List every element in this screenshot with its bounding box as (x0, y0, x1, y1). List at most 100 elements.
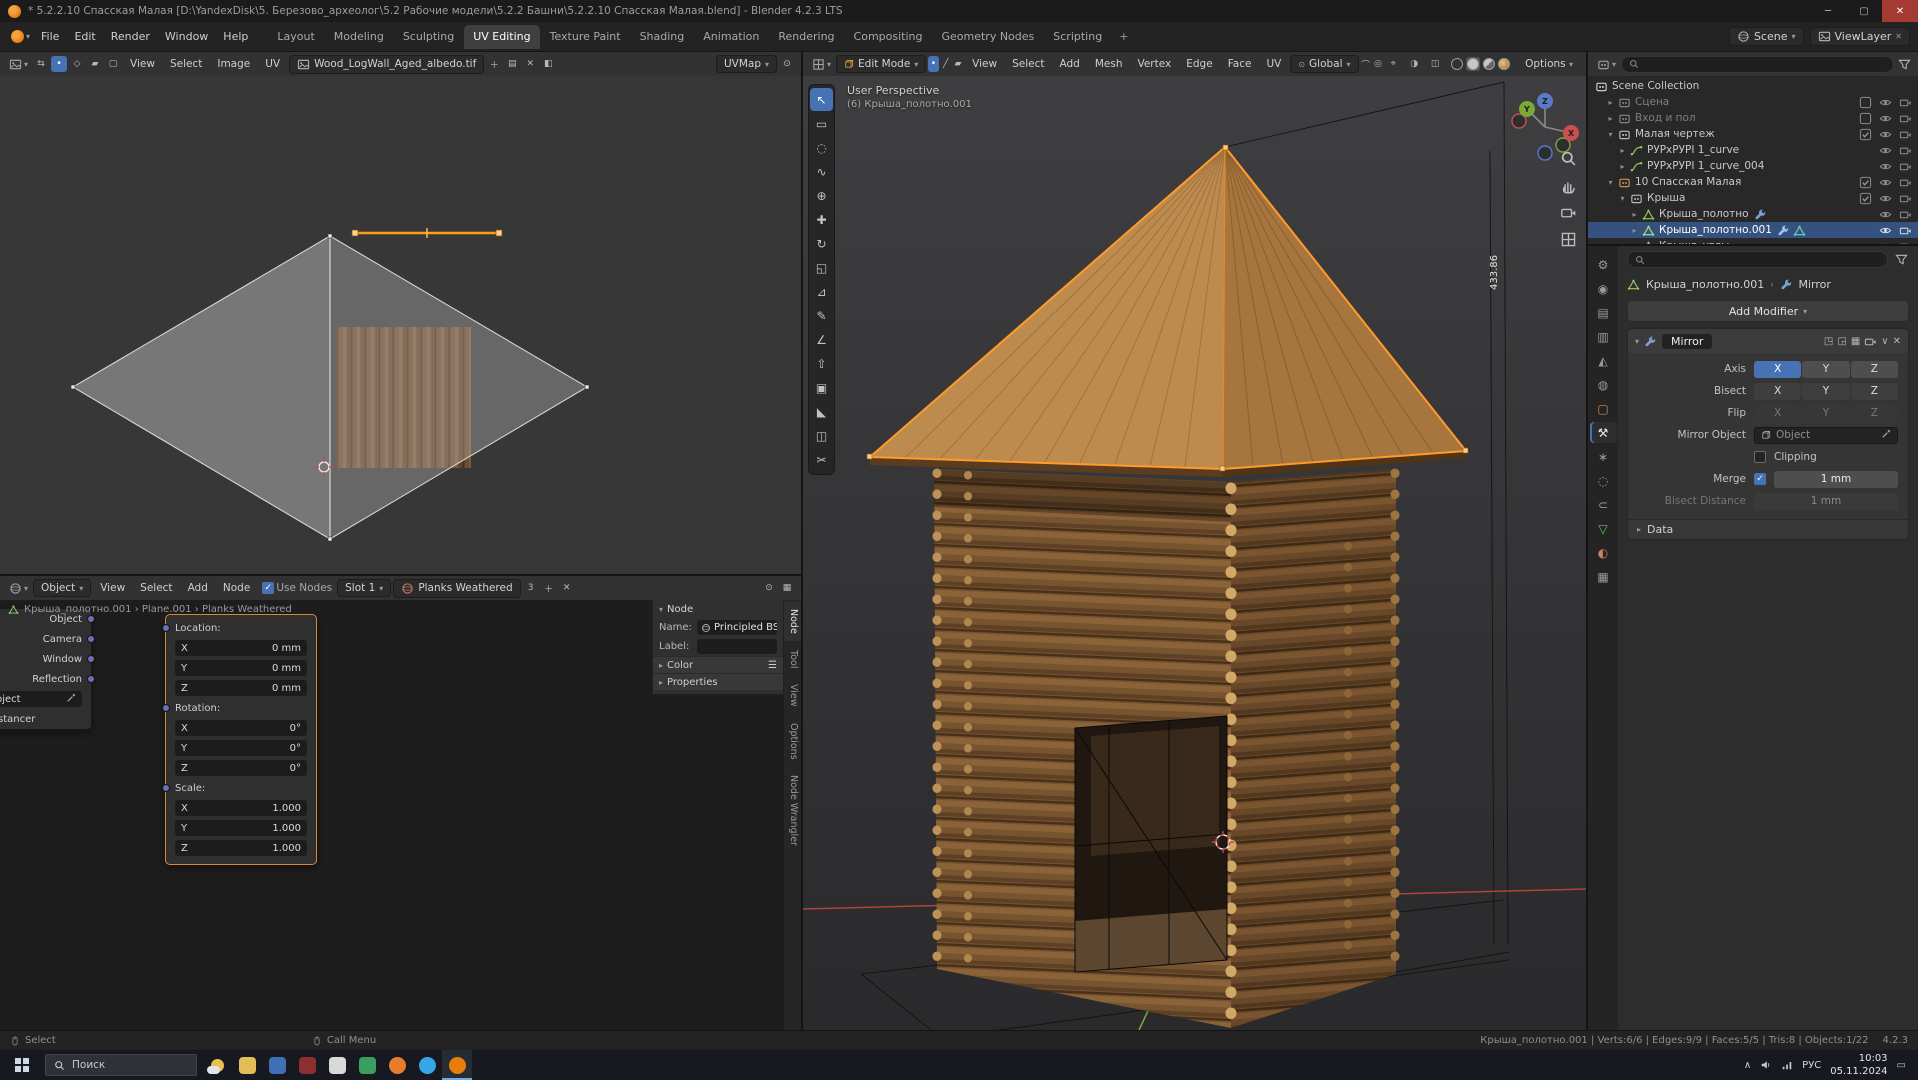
menu-item[interactable]: Face (1221, 55, 1259, 73)
filter-icon[interactable] (1896, 56, 1912, 72)
merge-distance-field[interactable]: 1 mm (1774, 471, 1898, 488)
menu-item[interactable]: Edit (67, 27, 102, 46)
menu-item[interactable]: UV (1259, 55, 1288, 73)
outliner-search-input[interactable] (1621, 56, 1894, 73)
uv-map-selector[interactable]: UVMap▾ (716, 55, 777, 73)
mapping-scale-field[interactable]: Y1.000 (175, 820, 307, 836)
camera-icon[interactable] (1899, 144, 1912, 157)
eye-icon[interactable] (1879, 224, 1892, 237)
workspace-tab[interactable]: Rendering (769, 25, 843, 49)
mapping-node[interactable]: Location: X0 mmY0 mmZ0 mm Rotation: X0°Y… (165, 614, 317, 865)
outliner-row-curve-object[interactable]: ▸ РУРхРУРІ 1_curve (1588, 142, 1918, 158)
menu-item[interactable]: File (34, 27, 66, 46)
camera-icon[interactable] (1899, 224, 1912, 237)
uv-canvas[interactable] (0, 76, 801, 574)
camera-icon[interactable] (1899, 240, 1912, 245)
render-tab[interactable]: ◉ (1590, 278, 1617, 299)
bisect-toggle-button[interactable]: X (1754, 383, 1801, 400)
axis-toggle-button[interactable]: X (1754, 361, 1801, 378)
mapping-location-field[interactable]: X0 mm (175, 640, 307, 656)
extrude-tool[interactable]: ⇧ (810, 352, 833, 375)
uv-sync-selection-icon[interactable]: ⇆ (33, 56, 49, 72)
start-button[interactable] (4, 1050, 40, 1080)
eye-icon[interactable] (1879, 208, 1892, 221)
modifier-extras-icon[interactable]: ∨ (1881, 336, 1888, 347)
camera-icon[interactable] (1899, 160, 1912, 173)
n-panel-tab-label[interactable]: Node (667, 604, 693, 615)
camera-icon[interactable] (1899, 112, 1912, 125)
taskbar-search-input[interactable]: Поиск (45, 1054, 197, 1076)
image-datablock-selector[interactable]: Wood_LogWall_Aged_albedo.tif (289, 55, 484, 74)
outliner-row-collection[interactable]: ▾ Крыша (1588, 190, 1918, 206)
use-nodes-checkbox[interactable]: ✓Use Nodes (259, 582, 335, 594)
outliner-row-collection[interactable]: ▾ Малая чертеж (1588, 126, 1918, 142)
zoom-icon[interactable] (1560, 150, 1577, 167)
outliner-row-collection[interactable]: ▾ 10 Спасская Малая (1588, 174, 1918, 190)
color-section[interactable]: ▸Color☰ (653, 656, 783, 673)
uv-face-select-button[interactable]: ▰ (87, 56, 103, 72)
axis-toggle-button[interactable]: Y (1802, 361, 1849, 378)
camera-icon[interactable] (1899, 176, 1912, 189)
taskbar-app-3[interactable] (292, 1050, 322, 1080)
eye-icon[interactable] (1879, 176, 1892, 189)
bisect-toggle-button[interactable]: Y (1802, 383, 1849, 400)
roof-right-face[interactable] (1223, 147, 1466, 469)
transform-tool[interactable]: ⊿ (810, 280, 833, 303)
toggle-xray-icon[interactable]: ◫ (1427, 56, 1443, 72)
roof[interactable] (867, 145, 1468, 477)
vertex-select-mode-button[interactable]: • (928, 56, 938, 72)
bevel-tool[interactable]: ◣ (810, 400, 833, 423)
menu-item[interactable]: UV (258, 55, 287, 73)
transform-orientation-selector[interactable]: ⊙Global▾ (1290, 55, 1358, 73)
axis-toggle-button[interactable]: Z (1851, 361, 1898, 378)
menu-item[interactable]: Select (163, 55, 209, 73)
door-opening[interactable] (1075, 716, 1227, 972)
move-tool[interactable]: ✚ (810, 208, 833, 231)
mapping-location-field[interactable]: Z0 mm (175, 680, 307, 696)
breadcrumb-modifier[interactable]: Mirror (1799, 278, 1831, 291)
editor-type-icon[interactable]: ▾ (6, 582, 31, 595)
tool-tab[interactable]: Tool (784, 643, 801, 675)
bisect-distance-field[interactable]: 1 mm (1754, 493, 1898, 510)
select-lasso-tool[interactable]: ∿ (810, 160, 833, 183)
shader-type-selector[interactable]: Object▾ (33, 579, 91, 597)
material-users-count[interactable]: 3 (523, 580, 539, 596)
flip-toggle-button[interactable]: X (1754, 405, 1801, 422)
menu-item[interactable]: Edge (1179, 55, 1219, 73)
taskbar-app-7[interactable] (412, 1050, 442, 1080)
texture-coordinate-node[interactable]: Object Camera Window Reflection Object s… (0, 608, 92, 730)
eye-icon[interactable] (1879, 128, 1892, 141)
camera-icon[interactable] (1899, 128, 1912, 141)
workspace-tab[interactable]: Sculpting (394, 25, 463, 49)
menu-item[interactable]: Select (1005, 55, 1051, 73)
display-edit-mode-icon[interactable]: ◲ (1837, 336, 1846, 347)
particles-tab[interactable]: ∗ (1590, 446, 1617, 467)
uv-edge-select-button[interactable]: ◇ (69, 56, 85, 72)
material-preview-button[interactable] (1483, 58, 1495, 70)
filter-icon[interactable] (1893, 252, 1909, 268)
taskbar-app-5[interactable] (352, 1050, 382, 1080)
add-modifier-button[interactable]: Add Modifier▾ (1627, 300, 1909, 322)
eye-icon[interactable] (1879, 112, 1892, 125)
editor-type-icon[interactable]: ▾ (6, 58, 31, 71)
properties-search-input[interactable] (1627, 251, 1888, 268)
rotate-tool[interactable]: ↻ (810, 232, 833, 255)
tray-chevron-icon[interactable]: ∧ (1744, 1060, 1751, 1071)
data-subpanel[interactable]: ▸Data (1628, 519, 1908, 539)
taskbar-app-blender[interactable] (442, 1050, 472, 1080)
outliner-row-mesh-object[interactable]: ▸ Крыша_углы (1588, 238, 1918, 244)
menu-item[interactable]: Add (1052, 55, 1086, 73)
mapping-scale-field[interactable]: X1.000 (175, 800, 307, 816)
scene-tab[interactable]: ◭ (1590, 350, 1617, 371)
breadcrumb-object[interactable]: Крыша_полотно.001 (1646, 278, 1764, 291)
menu-item[interactable]: Select (133, 579, 179, 597)
camera-icon[interactable] (1899, 192, 1912, 205)
menu-item[interactable]: View (123, 55, 162, 73)
flip-toggle-button[interactable]: Z (1851, 405, 1898, 422)
display-channels-icon[interactable]: ◧ (540, 56, 556, 72)
constraints-tab[interactable]: ⊂ (1590, 494, 1617, 515)
edge-select-mode-button[interactable]: ╱ (941, 56, 951, 72)
output-tab[interactable]: ▤ (1590, 302, 1617, 323)
outliner-row-collection[interactable]: ▸ Сцена (1588, 94, 1918, 110)
tweak-tool[interactable]: ↖ (810, 88, 833, 111)
